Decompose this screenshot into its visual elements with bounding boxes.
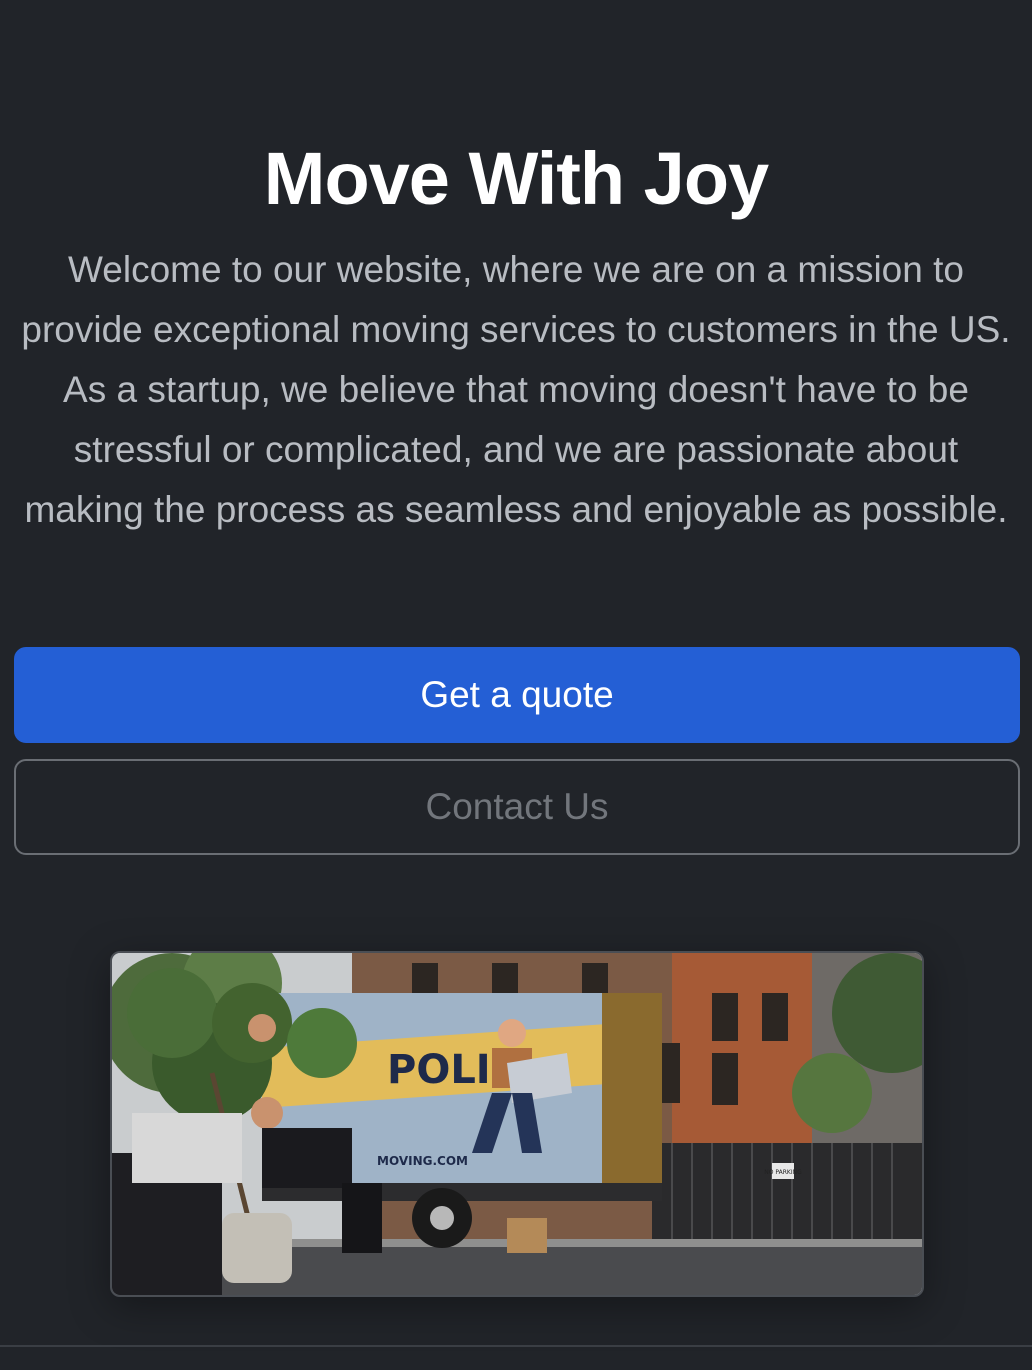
get-quote-button[interactable]: Get a quote [14,647,1020,743]
no-parking-sign: NO PARKING [764,1169,802,1176]
hero-section: Move With Joy Welcome to our website, wh… [0,0,1032,1370]
section-divider [0,1345,1032,1347]
truck-url-text: MOVING.COM [377,1154,468,1168]
contact-us-button[interactable]: Contact Us [14,759,1020,855]
page-title: Move With Joy [263,137,769,220]
hero-lead-text: Welcome to our website, where we are on … [21,249,1011,530]
hero-image-moving-truck: NO PARKING POLIS MOVING.COM 718 [110,951,924,1297]
moving-scene-illustration: NO PARKING POLIS MOVING.COM 718 [112,953,922,1295]
